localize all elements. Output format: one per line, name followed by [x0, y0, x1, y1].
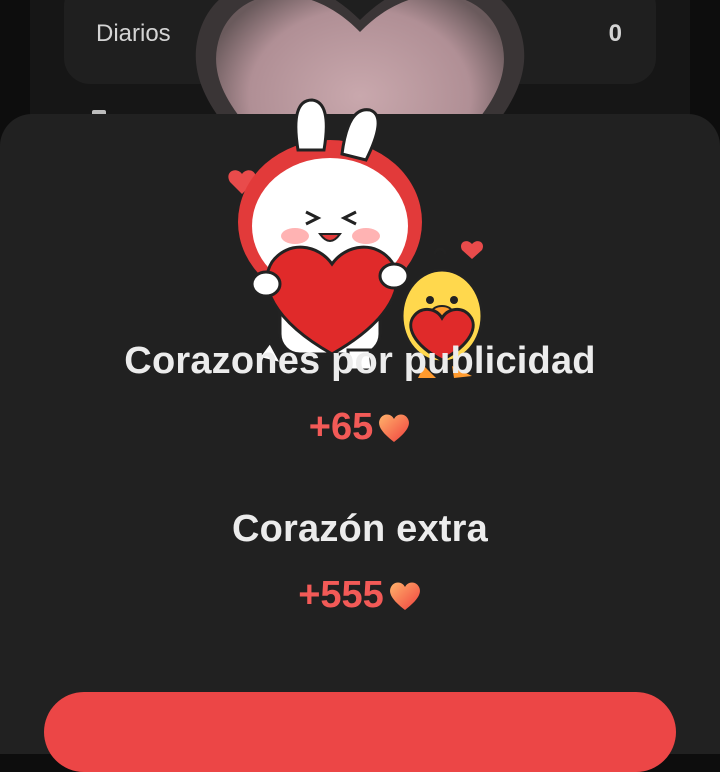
- heart-icon: [379, 414, 410, 442]
- extra-heart-amount: +555: [0, 574, 720, 617]
- ad-hearts-amount: +65: [0, 406, 720, 449]
- ad-hearts-title: Corazones por publicidad: [124, 340, 596, 382]
- daily-label: Diarios: [96, 20, 171, 47]
- extra-heart-title: Corazón extra: [231, 508, 488, 550]
- heart-icon: [389, 582, 420, 610]
- reward-sheet: Corazones por publicidad +65 Corazón ext…: [0, 98, 720, 754]
- ad-hearts-value: +65: [308, 406, 374, 448]
- claim-button[interactable]: [44, 692, 676, 772]
- daily-value: 0: [608, 20, 622, 47]
- extra-heart-value: +555: [298, 574, 384, 616]
